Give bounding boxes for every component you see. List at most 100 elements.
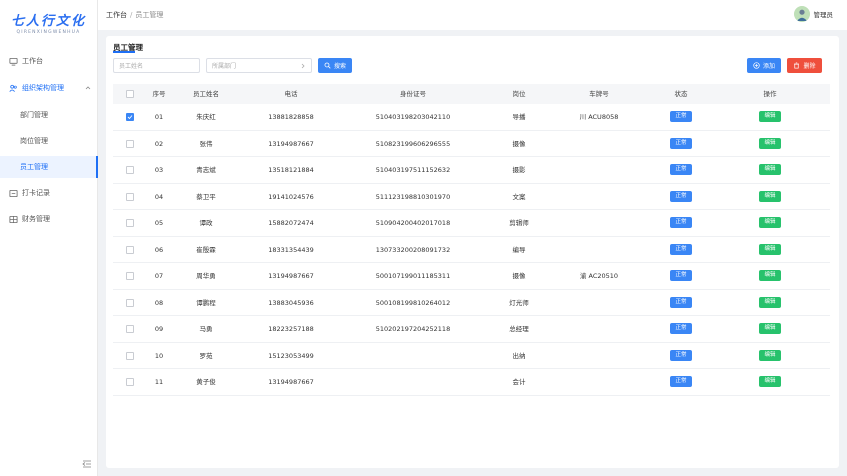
table-row[interactable]: 06 崔殷霖 18331354439 130733200208091732 编导 正常 编辑 <box>113 237 830 263</box>
table-header: 序号 员工姓名 电话 身份证号 岗位 车牌号 状态 操作 <box>113 84 830 104</box>
row-checkbox[interactable] <box>126 325 134 333</box>
cell-no: 03 <box>154 166 164 174</box>
cell-id-number: 510202197204252118 <box>375 325 451 333</box>
row-checkbox[interactable] <box>126 113 134 121</box>
cell-no: 07 <box>154 272 164 280</box>
table-row[interactable]: 03 青志斌 13518121884 510403197511152632 摄影 正常 编辑 <box>113 157 830 184</box>
edit-button[interactable]: 编辑 <box>759 323 781 334</box>
cell-plate <box>559 369 639 395</box>
title-underline <box>113 51 135 53</box>
cell-plate <box>559 157 639 183</box>
cell-plate <box>559 343 639 369</box>
edit-button[interactable]: 编辑 <box>759 349 781 361</box>
edit-button[interactable]: 编辑 <box>759 376 781 387</box>
row-checkbox[interactable] <box>126 245 134 254</box>
row-checkbox[interactable] <box>126 351 134 360</box>
check-icon <box>127 115 133 120</box>
org-icon <box>8 83 18 93</box>
cell-post: 灯光师 <box>509 298 529 307</box>
avatar[interactable] <box>793 6 810 22</box>
status-badge[interactable]: 正常 <box>670 349 692 361</box>
table-row[interactable]: 01 朱庆红 13881828858 510403198203042110 导播 川 AC… <box>113 104 830 131</box>
status-badge[interactable]: 正常 <box>670 296 692 308</box>
table-row[interactable]: 08 谭鹏程 13883045936 500108199810264012 灯光师 正常 编… <box>113 290 830 316</box>
column-header-phone: 电话 <box>284 90 298 98</box>
user-menu[interactable]: 管理员 <box>793 6 833 22</box>
select-all-checkbox[interactable] <box>126 90 134 98</box>
status-badge[interactable]: 正常 <box>670 137 692 149</box>
cell-post: 导播 <box>512 113 526 121</box>
row-checkbox[interactable] <box>126 272 134 280</box>
chevron-up-icon[interactable] <box>84 84 92 92</box>
sidebar-item-post[interactable]: 岗位管理 <box>0 130 98 152</box>
sidebar-item-workbench[interactable]: 工作台 <box>0 50 98 72</box>
employee-name-placeholder: 员工姓名 <box>119 63 144 70</box>
cell-id-number: 500108199810264012 <box>375 298 451 307</box>
status-badge[interactable]: 正常 <box>670 243 692 255</box>
row-checkbox[interactable] <box>126 378 134 386</box>
cell-post: 摄像 <box>512 139 526 148</box>
cell-phone: 13883045936 <box>268 298 314 307</box>
table-row[interactable]: 07 周华勇 13194987667 500107199011185311 摄像 渝 AC… <box>113 263 830 290</box>
cell-phone: 15882072474 <box>268 219 314 227</box>
cell-post: 文案 <box>512 192 526 201</box>
table-row[interactable]: 05 谭政 15882072474 510904200402017018 剪辑师 正常 编辑 <box>113 210 830 237</box>
status-badge[interactable]: 正常 <box>670 190 692 202</box>
edit-button[interactable]: 编辑 <box>759 296 781 308</box>
row-checkbox[interactable] <box>126 192 134 201</box>
status-badge[interactable]: 正常 <box>670 270 692 281</box>
delete-button[interactable]: 删除 <box>787 58 822 73</box>
add-button[interactable]: 添加 <box>747 58 781 73</box>
edit-button[interactable]: 编辑 <box>759 243 781 255</box>
status-badge[interactable]: 正常 <box>670 164 692 175</box>
row-checkbox[interactable] <box>126 139 134 148</box>
row-checkbox[interactable] <box>126 166 134 174</box>
sidebar-item-clock-records[interactable]: 打卡记录 <box>0 182 98 204</box>
edit-button[interactable]: 编辑 <box>759 137 781 149</box>
status-badge[interactable]: 正常 <box>670 376 692 387</box>
logo: 七人行文化 QIRENXINGWENHUA <box>0 0 97 48</box>
trash-icon <box>794 62 800 69</box>
table-row[interactable]: 02 张伟 13194987667 510823199606296555 摄像 正常 编辑 <box>113 131 830 157</box>
sidebar-item-finance[interactable]: 财务管理 <box>0 208 98 230</box>
row-checkbox[interactable] <box>126 219 134 227</box>
collapse-menu-icon[interactable] <box>82 460 92 468</box>
edit-button[interactable]: 编辑 <box>759 190 781 202</box>
edit-button[interactable]: 编辑 <box>759 217 781 228</box>
top-header: 工作台 / 员工管理 管理员 <box>98 0 847 30</box>
cell-post: 编导 <box>512 245 526 254</box>
table-row[interactable]: 09 马勇 18223257188 510202197204252118 总经理 正常 编辑 <box>113 316 830 343</box>
sidebar-item-label: 员工管理 <box>20 163 48 171</box>
edit-button[interactable]: 编辑 <box>759 270 781 281</box>
cell-name: 谭政 <box>199 219 213 227</box>
edit-button[interactable]: 编辑 <box>759 111 781 122</box>
status-badge[interactable]: 正常 <box>670 217 692 228</box>
cell-plate: 川 ACU8058 <box>579 113 619 121</box>
status-badge[interactable]: 正常 <box>670 111 692 122</box>
table-row[interactable]: 04 蔡卫平 19141024576 511123198810301970 文案 正常 编辑 <box>113 184 830 210</box>
column-header-name: 员工姓名 <box>193 90 219 98</box>
cell-phone: 13194987667 <box>268 272 314 280</box>
table-row[interactable]: 10 罗苑 15123053499 出纳 正常 编辑 <box>113 343 830 369</box>
chevron-right-icon <box>301 63 305 69</box>
status-badge[interactable]: 正常 <box>670 323 692 334</box>
sidebar-item-org[interactable]: 组织架构管理 <box>0 77 98 99</box>
sidebar-item-label: 财务管理 <box>22 215 50 223</box>
search-button[interactable]: 搜索 <box>318 58 352 73</box>
monitor-icon <box>8 56 18 66</box>
sidebar-item-dept[interactable]: 部门管理 <box>0 104 98 126</box>
employee-name-input[interactable]: 员工姓名 <box>113 58 200 73</box>
cell-post: 摄影 <box>512 166 526 174</box>
department-select[interactable]: 所属部门 <box>206 58 312 73</box>
table-row[interactable]: 11 黄子俊 13194987667 会计 正常 编辑 <box>113 369 830 396</box>
cell-id-number <box>347 343 479 369</box>
cell-name: 黄子俊 <box>196 378 216 386</box>
sidebar-item-employee[interactable]: 员工管理 <box>0 156 98 178</box>
column-header-no: 序号 <box>152 90 166 98</box>
sidebar: 七人行文化 QIRENXINGWENHUA 工作台 组织架构管理 部门管理 岗位… <box>0 0 98 476</box>
row-checkbox[interactable] <box>126 298 134 307</box>
breadcrumb-workbench[interactable]: 工作台 <box>106 10 127 20</box>
edit-button[interactable]: 编辑 <box>759 164 781 175</box>
cell-phone: 15123053499 <box>268 351 314 360</box>
cell-phone: 18223257188 <box>268 325 314 333</box>
